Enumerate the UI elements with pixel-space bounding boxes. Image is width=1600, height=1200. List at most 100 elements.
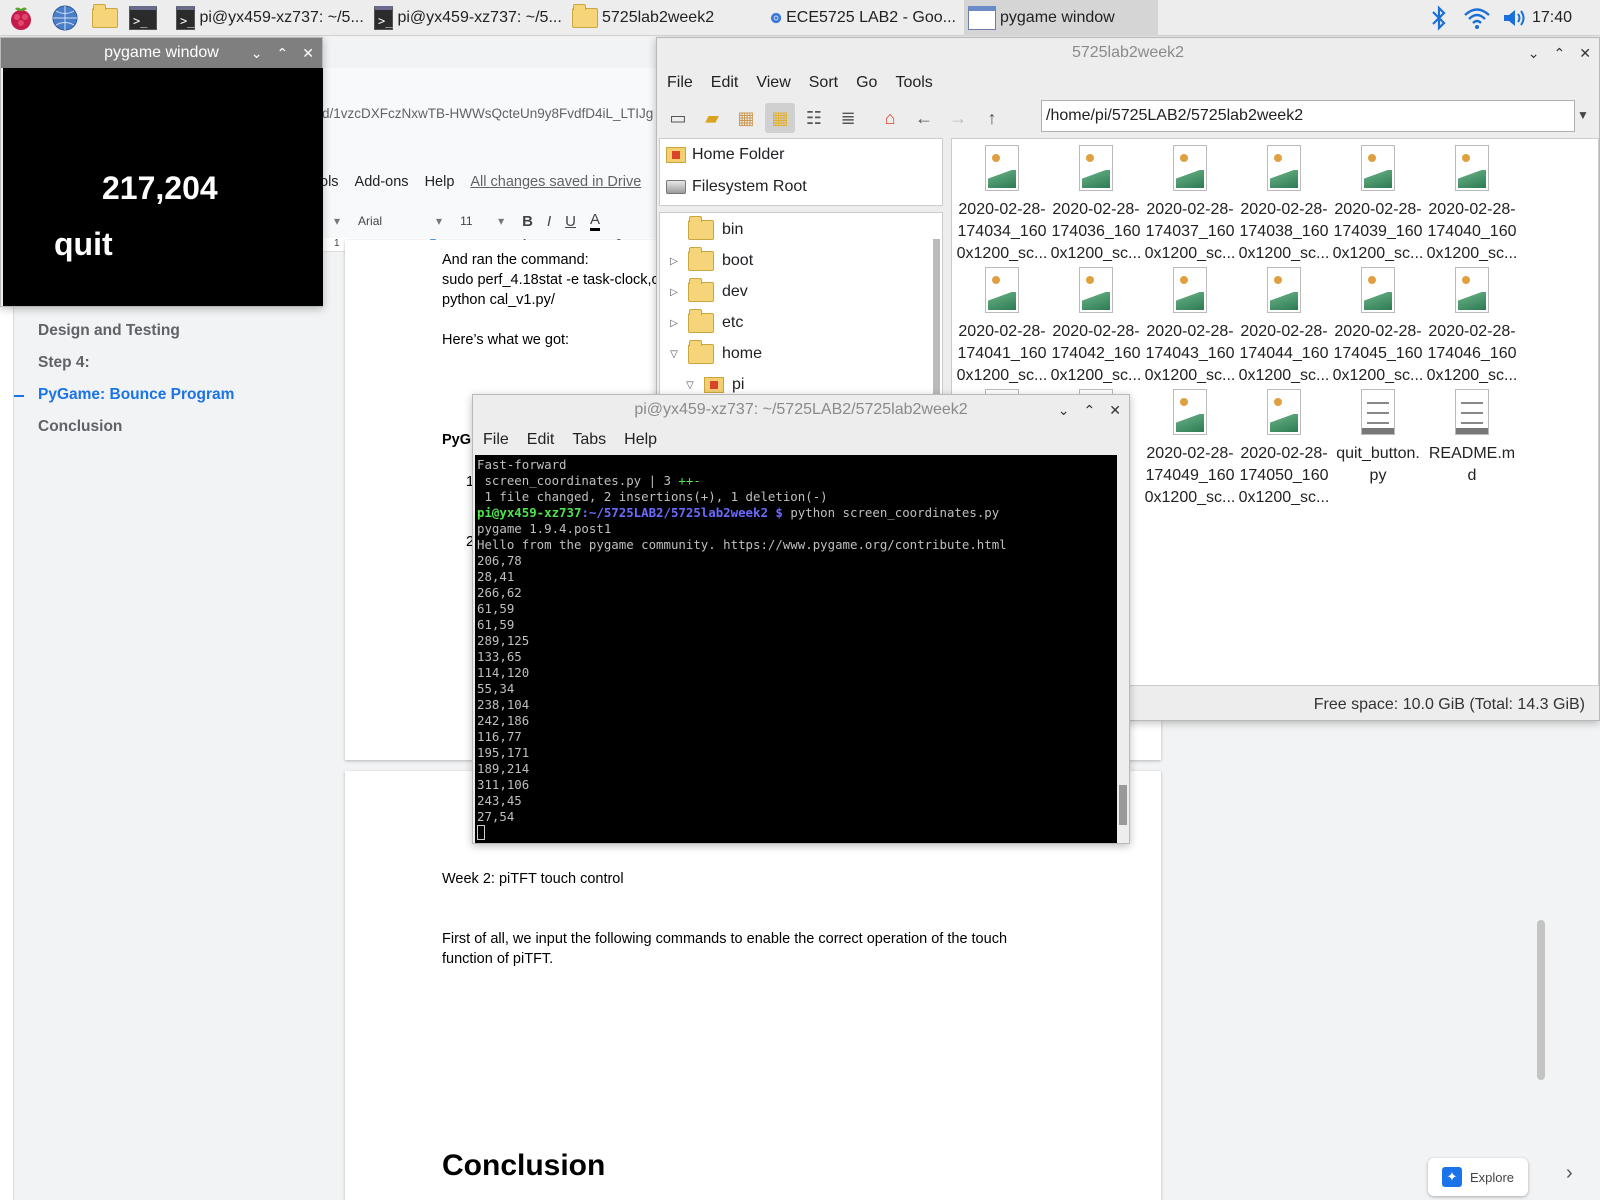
file-item[interactable]: 2020-02-28- 174036_160 0x1200_sc... [1050,141,1142,265]
terminal-output[interactable]: Fast-forward screen_coordinates.py | 3 +… [475,455,1117,843]
raspberry-menu-icon[interactable] [6,3,36,33]
maximize-icon[interactable]: ⌃ [1554,45,1566,62]
tree-scrollbar[interactable] [932,217,942,417]
home-icon[interactable]: ⌂ [875,103,905,133]
volume-icon[interactable] [1500,3,1530,33]
forward-arrow-icon[interactable]: → [943,103,973,133]
task-pygame-window[interactable]: pygame window [964,0,1158,36]
file-item[interactable]: README.m d [1426,385,1518,487]
doc-scrollbar[interactable] [1537,720,1549,1200]
text-color-icon[interactable]: A [589,211,600,231]
list-view-icon[interactable]: ≣ [833,103,863,133]
menu-help[interactable]: Help [624,431,657,449]
chevron-down-icon[interactable]: ▼ [1577,108,1589,122]
up-arrow-icon[interactable]: ↑ [977,103,1007,133]
file-item[interactable]: 2020-02-28- 174034_160 0x1200_sc... [956,141,1048,265]
file-item[interactable]: 2020-02-28- 174039_160 0x1200_sc... [1332,141,1424,265]
path-input[interactable]: /home/pi/5725LAB2/5725lab2week2 [1041,100,1575,132]
pygame-titlebar[interactable]: pygame window ⌄ ⌃ ✕ [1,38,322,68]
tree-item-dev[interactable]: ▷ dev [668,277,748,307]
file-manager-titlebar[interactable]: 5725lab2week2 ⌄ ⌃ ✕ [657,38,1599,68]
expand-arrow-icon[interactable]: ▷ [668,318,680,329]
file-item[interactable]: 2020-02-28- 174038_160 0x1200_sc... [1238,141,1330,265]
file-item[interactable]: 2020-02-28- 174050_160 0x1200_sc... [1238,385,1330,509]
italic-icon[interactable]: I [547,213,551,230]
maximize-icon[interactable]: ⌃ [1084,402,1096,419]
file-manager-launcher-icon[interactable] [90,3,120,33]
outline-item-pygame[interactable]: PyGame: Bounce Program [38,386,234,404]
task-browser[interactable]: ECE5725 LAB2 - Goo... [766,0,960,36]
font-select[interactable]: Arial [358,214,436,228]
menu-edit[interactable]: Edit [711,74,739,92]
collapse-arrow-icon[interactable]: ▽ [684,380,696,391]
collapse-arrow-icon[interactable]: ▽ [668,349,680,360]
menu-tools[interactable]: Tools [895,74,932,92]
outline-item-conclusion[interactable]: Conclusion [38,418,122,436]
scrollbar-thumb[interactable] [1119,785,1127,825]
scrollbar-thumb[interactable] [1537,920,1545,1080]
chevron-down-icon[interactable]: ▾ [498,214,504,228]
back-arrow-icon[interactable]: ← [909,103,939,133]
menu-view[interactable]: View [756,74,790,92]
expand-arrow-icon[interactable]: ▷ [668,256,680,267]
menu-file[interactable]: File [667,74,693,92]
menu-tabs[interactable]: Tabs [572,431,606,449]
file-item[interactable]: 2020-02-28- 174037_160 0x1200_sc... [1144,141,1236,265]
wifi-icon[interactable] [1462,3,1492,33]
task-file-manager[interactable]: 5725lab2week2 [568,0,762,36]
doc-menu-addons[interactable]: Add-ons [355,174,409,190]
chevron-right-icon[interactable]: › [1566,1162,1573,1185]
place-home-folder[interactable]: Home Folder [660,139,942,171]
explore-button[interactable]: ✦ Explore [1428,1158,1528,1196]
minimize-icon[interactable]: ⌄ [1058,402,1070,419]
file-item[interactable]: quit_button. py [1332,385,1424,487]
close-icon[interactable]: ✕ [302,45,314,62]
expand-arrow-icon[interactable]: ▷ [668,287,680,298]
maximize-icon[interactable]: ⌃ [277,45,289,62]
task-terminal-1[interactable]: >_ pi@yx459-xz737: ~/5... [172,0,366,36]
menu-file[interactable]: File [483,431,509,449]
task-terminal-2[interactable]: >_ pi@yx459-xz737: ~/5... [370,0,564,36]
bluetooth-icon[interactable] [1424,3,1454,33]
minimize-icon[interactable]: ⌄ [1528,45,1540,62]
bold-icon[interactable]: B [522,213,533,230]
tree-item-boot[interactable]: ▷ boot [668,246,753,276]
file-item[interactable]: 2020-02-28- 174040_160 0x1200_sc... [1426,141,1518,265]
new-folder-icon[interactable]: ▰ [697,103,727,133]
scrollbar-thumb[interactable] [933,239,940,399]
close-icon[interactable]: ✕ [1109,402,1121,419]
terminal-launcher-icon[interactable]: >_ [128,3,158,33]
outline-item-step4[interactable]: Step 4: [38,354,90,372]
doc-menu-help[interactable]: Help [425,174,455,190]
pygame-canvas[interactable]: 217,204 quit [3,68,323,306]
file-item[interactable]: 2020-02-28- 174046_160 0x1200_sc... [1426,263,1518,387]
compact-view-icon[interactable]: ☷ [799,103,829,133]
new-window-icon[interactable]: ▭ [663,103,693,133]
tree-item-etc[interactable]: ▷ etc [668,308,743,338]
quit-button[interactable]: quit [54,226,113,263]
file-item[interactable]: 2020-02-28- 174042_160 0x1200_sc... [1050,263,1142,387]
tree-item-home[interactable]: ▽ home [668,339,762,369]
file-item[interactable]: 2020-02-28- 174041_160 0x1200_sc... [956,263,1048,387]
save-status-link[interactable]: All changes saved in Drive [470,174,641,190]
menu-go[interactable]: Go [856,74,877,92]
file-item[interactable]: 2020-02-28- 174044_160 0x1200_sc... [1238,263,1330,387]
terminal-titlebar[interactable]: pi@yx459-xz737: ~/5725LAB2/5725lab2week2… [473,395,1129,425]
file-item[interactable]: 2020-02-28- 174045_160 0x1200_sc... [1332,263,1424,387]
file-item[interactable]: 2020-02-28- 174049_160 0x1200_sc... [1144,385,1236,509]
menu-edit[interactable]: Edit [527,431,555,449]
menu-sort[interactable]: Sort [809,74,838,92]
clock[interactable]: 17:40 [1532,0,1572,36]
minimize-icon[interactable]: ⌄ [251,45,263,62]
font-size-select[interactable]: 11 [460,214,498,228]
terminal-scrollbar[interactable] [1117,455,1129,843]
file-item[interactable]: 2020-02-28- 174043_160 0x1200_sc... [1144,263,1236,387]
web-browser-icon[interactable] [50,3,80,33]
underline-icon[interactable]: U [565,213,576,230]
chevron-down-icon[interactable]: ▾ [334,214,340,228]
tree-item-bin[interactable]: bin [668,215,743,245]
close-icon[interactable]: ✕ [1579,45,1591,62]
chevron-down-icon[interactable]: ▾ [436,214,442,228]
icon-view-thumb-icon[interactable]: ▦ [731,103,761,133]
outline-item-design[interactable]: Design and Testing [38,322,180,340]
